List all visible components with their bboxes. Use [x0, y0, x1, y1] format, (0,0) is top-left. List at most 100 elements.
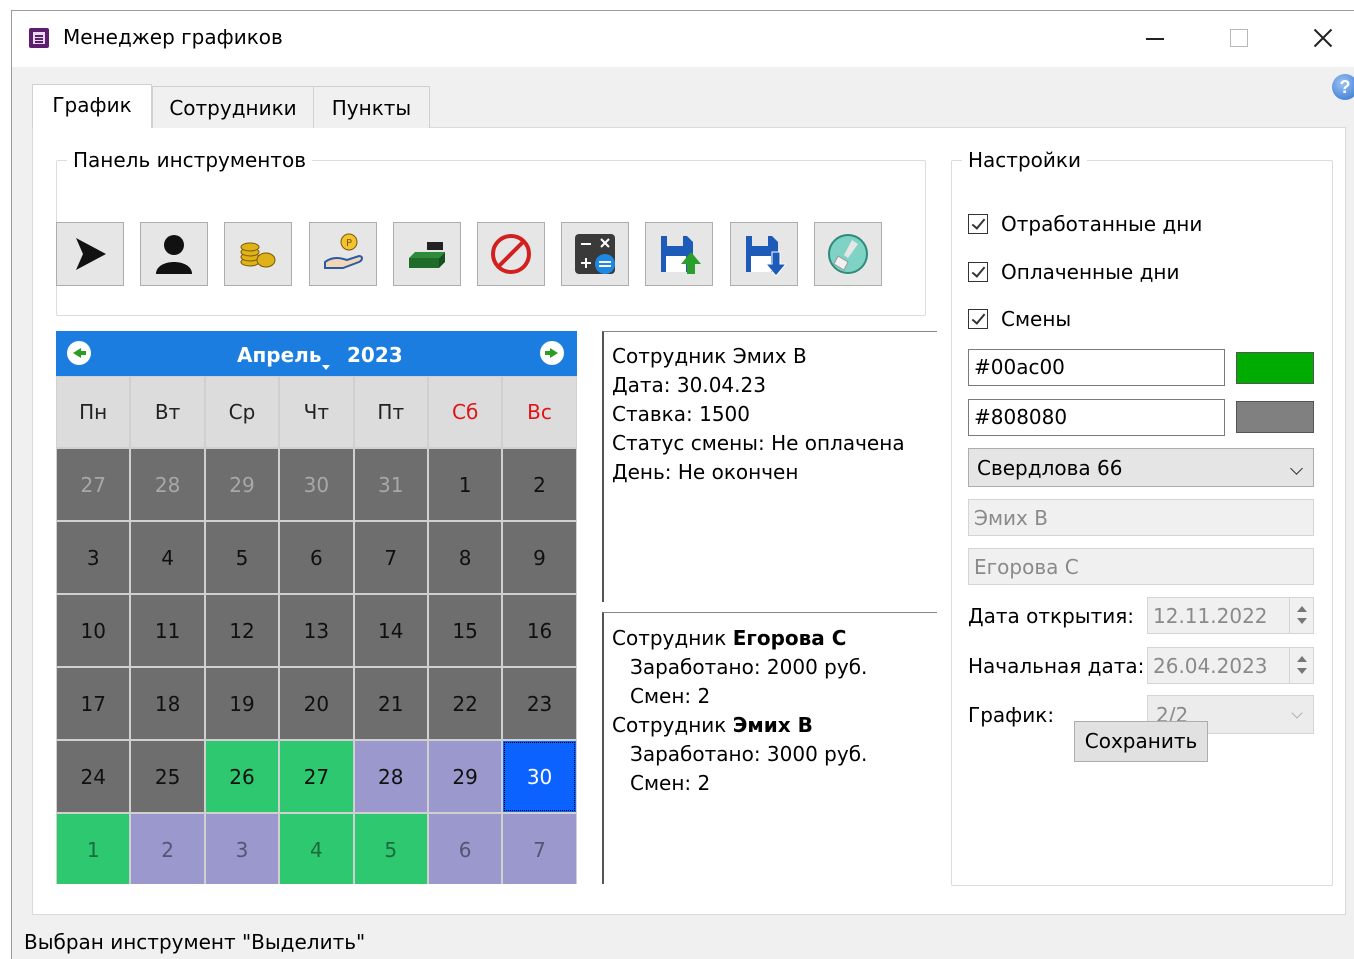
calendar-day[interactable]: 20 — [279, 667, 354, 740]
calendar-day[interactable]: 24 — [56, 740, 131, 813]
calendar-day[interactable]: 30 — [502, 740, 577, 813]
calendar-day[interactable]: 7 — [502, 813, 577, 884]
calendar-day[interactable]: 1 — [427, 448, 503, 521]
color1-swatch[interactable] — [1236, 352, 1314, 384]
close-button[interactable] — [1308, 23, 1338, 53]
clear-brush-tool-button[interactable] — [813, 222, 882, 286]
calendar-day[interactable]: 25 — [130, 740, 205, 813]
minimize-button[interactable] — [1140, 23, 1170, 53]
calendar-day[interactable]: 15 — [427, 594, 503, 667]
calendar-day[interactable]: 27 — [56, 448, 131, 521]
save-button[interactable]: Сохранить — [1074, 721, 1208, 762]
calendar-day[interactable]: 28 — [130, 448, 205, 521]
calendar-day[interactable]: 17 — [56, 667, 131, 740]
settings-panel: Отработанные дни Оплаченные дни Смены #0… — [951, 148, 1333, 886]
shifts-label[interactable]: Смены — [1001, 307, 1071, 331]
calendar-day[interactable]: 30 — [279, 448, 354, 521]
calendar-day[interactable]: 6 — [427, 813, 503, 884]
color2-input[interactable]: #808080 — [968, 399, 1225, 436]
calendar-day[interactable]: 29 — [204, 448, 280, 521]
calendar-day[interactable]: 5 — [204, 521, 280, 594]
calendar-header: Апрель 2023 — [56, 331, 577, 376]
tab-employees[interactable]: Сотрудники — [152, 86, 314, 128]
calendar-day[interactable]: 3 — [204, 813, 280, 884]
calendar-day[interactable]: 6 — [279, 521, 354, 594]
save-upload-tool-button[interactable] — [645, 222, 714, 286]
calendar-day[interactable]: 12 — [204, 594, 280, 667]
open-date-label: Дата открытия: — [968, 604, 1135, 628]
start-date-picker: 26.04.2023 — [1147, 647, 1314, 684]
info-rate: Ставка: 1500 — [612, 402, 750, 426]
summary-shifts: Смен: 2 — [630, 771, 711, 795]
calendar-day[interactable]: 14 — [353, 594, 428, 667]
summary-prefix: Сотрудник — [612, 713, 727, 737]
weekday-header: Вс — [502, 376, 577, 448]
worked-days-label[interactable]: Отработанные дни — [1001, 212, 1202, 236]
tab-panel-schedule: Панель инструментов P Апрель 2023 Пн Вт Ср… — [32, 127, 1346, 915]
calendar-day[interactable]: 23 — [502, 667, 577, 740]
calendar-day[interactable]: 26 — [204, 740, 280, 813]
calendar-day[interactable]: 7 — [353, 521, 428, 594]
color2-swatch[interactable] — [1236, 401, 1314, 433]
summary-employee-name: Эмих В — [732, 713, 813, 737]
tab-schedule[interactable]: График — [32, 84, 152, 128]
start-date-label: Начальная дата: — [968, 654, 1145, 678]
calendar-month[interactable]: Апрель — [237, 343, 321, 367]
calendar-day[interactable]: 21 — [353, 667, 428, 740]
weekday-header: Вт — [130, 376, 205, 448]
maximize-button[interactable] — [1224, 23, 1254, 53]
shifts-checkbox[interactable] — [968, 309, 988, 329]
calendar-day[interactable]: 13 — [279, 594, 354, 667]
calculator-tool-button[interactable] — [561, 222, 630, 286]
calendar-day[interactable]: 16 — [502, 594, 577, 667]
calendar-day[interactable]: 8 — [427, 521, 503, 594]
calendar-day[interactable]: 19 — [204, 667, 280, 740]
spinner-arrows-icon — [1289, 598, 1313, 633]
worked-days-checkbox[interactable] — [968, 214, 988, 234]
window-title: Менеджер графиков — [63, 25, 283, 49]
calendar-year[interactable]: 2023 — [347, 343, 403, 367]
weekday-header: Чт — [279, 376, 354, 448]
paid-days-checkbox[interactable] — [968, 262, 988, 282]
calendar-day[interactable]: 22 — [427, 667, 503, 740]
color1-input[interactable]: #00ac00 — [968, 349, 1225, 386]
calendar-day[interactable]: 1 — [56, 813, 131, 884]
calendar-day[interactable]: 11 — [130, 594, 205, 667]
calendar-day[interactable]: 3 — [56, 521, 131, 594]
calendar-day[interactable]: 4 — [279, 813, 354, 884]
save-download-tool-button[interactable] — [729, 222, 798, 286]
summary-employee-name: Егорова С — [732, 626, 847, 650]
next-month-icon[interactable] — [540, 341, 564, 365]
app-calendar-icon — [29, 28, 49, 48]
hand-coin-payment-tool-button[interactable]: P — [308, 222, 377, 286]
calendar-day[interactable]: 18 — [130, 667, 205, 740]
coins-tool-button[interactable] — [224, 222, 293, 286]
prohibited-tool-button[interactable] — [477, 222, 545, 286]
help-icon[interactable]: ? — [1332, 74, 1354, 100]
spinner-arrows-icon — [1289, 648, 1313, 683]
prev-month-icon[interactable] — [67, 341, 91, 365]
calendar-day[interactable]: 10 — [56, 594, 131, 667]
weekday-header: Пт — [353, 376, 428, 448]
open-date-value: 12.11.2022 — [1153, 604, 1268, 628]
calendar-day[interactable]: 9 — [502, 521, 577, 594]
calendar-day[interactable]: 5 — [353, 813, 428, 884]
calendar-day[interactable]: 2 — [130, 813, 205, 884]
calendar-day[interactable]: 27 — [279, 740, 354, 813]
schedule-label: График: — [968, 703, 1055, 727]
cursor-arrow-tool-button[interactable] — [56, 222, 124, 286]
tab-locations[interactable]: Пункты — [313, 86, 430, 128]
month-dropdown-icon[interactable] — [322, 365, 330, 370]
employee2-field: Егорова С — [968, 548, 1314, 585]
chevron-down-icon — [1290, 462, 1303, 475]
person-tool-button[interactable] — [140, 222, 209, 286]
location-value: Свердлова 66 — [977, 456, 1123, 480]
calendar-day[interactable]: 28 — [353, 740, 428, 813]
paid-days-label[interactable]: Оплаченные дни — [1001, 260, 1180, 284]
calendar-day[interactable]: 29 — [427, 740, 503, 813]
calendar-day[interactable]: 4 — [130, 521, 205, 594]
location-select[interactable]: Свердлова 66 — [968, 448, 1314, 487]
calendar-day[interactable]: 2 — [502, 448, 577, 521]
calendar-day[interactable]: 31 — [353, 448, 428, 521]
cash-stack-tool-button[interactable] — [392, 222, 461, 286]
